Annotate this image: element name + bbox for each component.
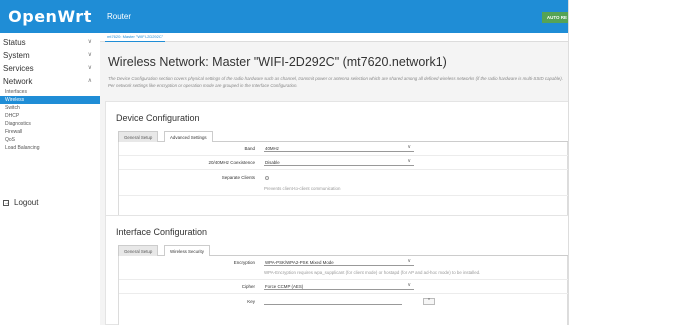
separate-clients-row: Separate Clients Prevents client-to-clie… bbox=[119, 170, 568, 196]
logout-label: Logout bbox=[14, 198, 39, 207]
sidebar-item-load-balancing[interactable]: Load Balancing bbox=[0, 144, 100, 152]
interface-configuration-title: Interface Configuration bbox=[116, 227, 208, 237]
band-select-value: 40MHz bbox=[265, 146, 279, 151]
reveal-icon[interactable]: * bbox=[423, 298, 435, 305]
coexistence-row: 20/40MHz Coexistence Disable ∨ bbox=[119, 156, 568, 170]
main-content: mt7620: Master "WIFI-2D292C" Wireless Ne… bbox=[100, 33, 568, 325]
description-line-1: The Device Configuration section covers … bbox=[108, 76, 456, 81]
breadcrumb-bar: mt7620: Master "WIFI-2D292C" bbox=[100, 33, 568, 42]
chevron-down-icon: ∨ bbox=[87, 65, 92, 71]
coexistence-select[interactable]: Disable ∨ bbox=[264, 158, 414, 166]
sidebar-nav: Status ∨ System ∨ Services ∨ Network ∧ bbox=[0, 36, 100, 88]
separate-clients-label: Separate Clients bbox=[221, 175, 255, 180]
sidebar-item-system[interactable]: System ∨ bbox=[0, 49, 100, 62]
cipher-label: Cipher bbox=[241, 284, 255, 289]
chevron-down-icon: ∨ bbox=[407, 282, 411, 288]
chevron-up-icon: ∧ bbox=[87, 78, 92, 84]
chevron-down-icon: ∨ bbox=[407, 158, 411, 164]
device-tabs: General Setup Advanced Settings bbox=[118, 131, 568, 143]
sidebar-item-dhcp[interactable]: DHCP bbox=[0, 112, 100, 120]
key-input[interactable] bbox=[264, 298, 402, 305]
encryption-row: Encryption WPA-PSK/WPA2-PSK Mixed Mode ∨… bbox=[119, 256, 568, 280]
device-configuration-title: Device Configuration bbox=[116, 113, 200, 123]
sidebar-item-label: Status bbox=[3, 38, 26, 47]
chevron-down-icon: ∨ bbox=[87, 39, 92, 45]
logout-icon: → bbox=[3, 199, 10, 206]
encryption-select[interactable]: WPA-PSK/WPA2-PSK Mixed Mode ∨ bbox=[264, 258, 414, 266]
page-description: The Device Configuration section covers … bbox=[108, 75, 568, 89]
band-label: Band bbox=[244, 146, 255, 151]
sidebar-item-label: System bbox=[3, 51, 30, 60]
logo-area[interactable]: OpenWrt bbox=[0, 0, 100, 33]
sidebar-item-services[interactable]: Services ∨ bbox=[0, 62, 100, 75]
sidebar-item-status[interactable]: Status ∨ bbox=[0, 36, 100, 49]
sidebar-item-switch[interactable]: Switch bbox=[0, 104, 100, 112]
tab-general-setup[interactable]: General Setup bbox=[118, 245, 159, 256]
key-label: Key bbox=[247, 299, 255, 304]
band-row: Band 40MHz ∨ bbox=[119, 142, 568, 156]
sidebar-item-label: Services bbox=[3, 64, 34, 73]
interface-tabs: General Setup Wireless Security bbox=[118, 245, 568, 257]
browser-viewport: Router AUTO RE OpenWrt Status ∨ System ∨… bbox=[0, 0, 569, 325]
router-title: Router bbox=[107, 12, 132, 21]
network-submenu: Interfaces Wireless Switch DHCP Diagnost… bbox=[0, 88, 100, 152]
encryption-select-value: WPA-PSK/WPA2-PSK Mixed Mode bbox=[265, 260, 334, 265]
sidebar-item-network[interactable]: Network ∧ bbox=[0, 75, 100, 88]
key-row: Key * bbox=[119, 294, 568, 310]
sidebar-item-interfaces[interactable]: Interfaces bbox=[0, 88, 100, 96]
chevron-down-icon: ∨ bbox=[407, 144, 411, 150]
band-select[interactable]: 40MHz ∨ bbox=[264, 144, 414, 152]
sidebar-item-diagnostics[interactable]: Diagnostics bbox=[0, 120, 100, 128]
chevron-down-icon: ∨ bbox=[87, 52, 92, 58]
sidebar-item-firewall[interactable]: Firewall bbox=[0, 128, 100, 136]
logo: OpenWrt bbox=[8, 7, 92, 26]
separate-clients-hint: Prevents client-to-client communication bbox=[264, 186, 341, 191]
encryption-label: Encryption bbox=[233, 260, 255, 265]
separate-clients-checkbox[interactable] bbox=[265, 176, 269, 180]
breadcrumb[interactable]: mt7620: Master "WIFI-2D292C" bbox=[105, 33, 166, 42]
sidebar-item-label: Network bbox=[3, 77, 33, 86]
top-bar: Router AUTO RE bbox=[100, 0, 568, 33]
interface-configuration-section: Interface Configuration General Setup Wi… bbox=[105, 215, 568, 325]
cipher-row: Cipher Force CCMP (AES) ∨ bbox=[119, 280, 568, 294]
page-title: Wireless Network: Master "WIFI-2D292C" (… bbox=[108, 55, 447, 69]
sidebar-item-qos[interactable]: QoS bbox=[0, 136, 100, 144]
device-configuration-section: Device Configuration General Setup Advan… bbox=[105, 101, 568, 231]
device-form: Band 40MHz ∨ 20/40MHz Coexistence Disabl… bbox=[118, 142, 568, 224]
logout-link[interactable]: → Logout bbox=[3, 198, 38, 207]
sidebar: OpenWrt Status ∨ System ∨ Services ∨ Net… bbox=[0, 0, 100, 325]
coexistence-select-value: Disable bbox=[265, 160, 280, 165]
chevron-down-icon: ∨ bbox=[407, 258, 411, 264]
encryption-hint: WPA-Encryption requires wpa_supplicant (… bbox=[264, 270, 481, 275]
coexistence-label: 20/40MHz Coexistence bbox=[208, 160, 255, 165]
description-emphasis: Interface Configuration. bbox=[252, 83, 298, 88]
auto-refresh-button[interactable]: AUTO RE bbox=[541, 12, 568, 23]
interface-form: Encryption WPA-PSK/WPA2-PSK Mixed Mode ∨… bbox=[118, 256, 568, 325]
cipher-select[interactable]: Force CCMP (AES) ∨ bbox=[264, 282, 414, 290]
sidebar-item-wireless[interactable]: Wireless bbox=[0, 96, 100, 104]
cipher-select-value: Force CCMP (AES) bbox=[265, 284, 304, 289]
tab-general-setup[interactable]: General Setup bbox=[118, 131, 159, 142]
